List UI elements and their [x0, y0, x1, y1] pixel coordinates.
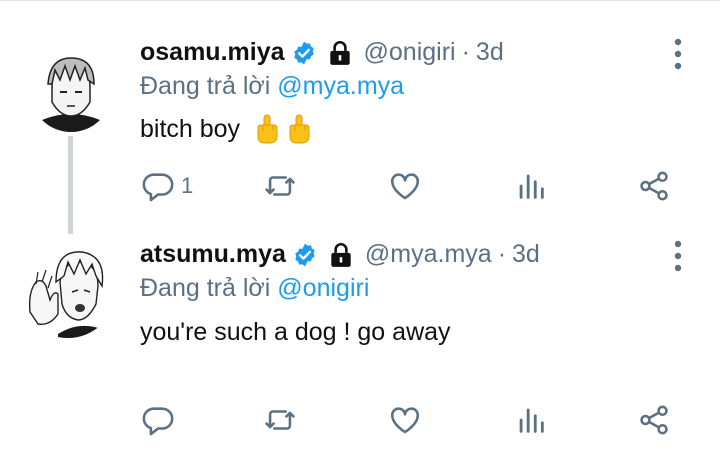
tweet-text: you're such a dog ! go away [140, 318, 451, 347]
reply-icon [142, 173, 174, 202]
tweet-actions [0, 400, 720, 440]
tweet-header: osamu.miya @onigiri · 3d [140, 38, 504, 67]
retweet-button[interactable] [263, 400, 297, 440]
verified-badge-icon [292, 242, 318, 268]
thread-connector [68, 136, 73, 234]
replying-to-label: Đang trả lời [140, 72, 271, 100]
reply-button[interactable] [141, 400, 181, 440]
more-vertical-icon[interactable] [668, 238, 688, 274]
like-icon [390, 407, 420, 434]
retweet-icon [265, 176, 295, 196]
like-button[interactable] [388, 400, 422, 440]
tweet-actions: 1 [0, 166, 720, 206]
display-name[interactable]: atsumu.mya [140, 240, 286, 269]
tweet-header: atsumu.mya @mya.mya · 3d [140, 240, 540, 269]
tweet-text-content: you're such a dog ! go away [140, 318, 451, 346]
share-icon [640, 405, 668, 435]
analytics-icon [519, 174, 544, 199]
tweet-1[interactable]: osamu.miya @onigiri · 3d Đang trả lời @m… [0, 0, 720, 232]
retweet-button[interactable] [263, 166, 297, 206]
reply-button[interactable]: 1 [141, 166, 193, 206]
share-button[interactable] [637, 166, 671, 206]
tweet-text: bitch boy [140, 114, 312, 144]
display-name[interactable]: osamu.miya [140, 38, 285, 67]
share-button[interactable] [637, 400, 671, 440]
like-icon [390, 173, 420, 200]
analytics-icon [519, 408, 544, 433]
avatar-osamu[interactable] [30, 50, 112, 132]
replying-to-label: Đang trả lời [140, 274, 271, 302]
share-icon [640, 171, 668, 201]
tweet-text-content: bitch boy [140, 114, 241, 143]
analytics-button[interactable] [514, 400, 548, 440]
middle-finger-emoji [286, 114, 312, 144]
verified-badge-icon [291, 40, 317, 66]
handle[interactable]: @onigiri [364, 38, 456, 67]
replying-to-user-link[interactable]: @onigiri [277, 274, 369, 302]
replying-to-user-link[interactable]: @mya.mya [277, 72, 404, 100]
lock-icon [328, 241, 354, 269]
reply-icon [142, 407, 174, 436]
middle-finger-emoji [254, 114, 280, 144]
replying-to: Đang trả lời @mya.mya [140, 72, 404, 101]
replying-to: Đang trả lời @onigiri [140, 274, 369, 303]
separator: · [497, 240, 507, 268]
analytics-button[interactable] [514, 166, 548, 206]
retweet-icon [265, 410, 295, 430]
lock-icon [327, 39, 353, 67]
timestamp[interactable]: 3d [476, 38, 504, 67]
more-vertical-icon[interactable] [668, 36, 688, 72]
handle[interactable]: @mya.mya [365, 240, 492, 269]
timestamp[interactable]: 3d [512, 240, 540, 269]
like-button[interactable] [388, 166, 422, 206]
reply-count: 1 [181, 173, 194, 198]
separator: · [461, 38, 470, 66]
tweet-2[interactable]: atsumu.mya @mya.mya · 3d Đang trả lời @o… [0, 232, 720, 458]
avatar-atsumu[interactable] [20, 242, 116, 338]
